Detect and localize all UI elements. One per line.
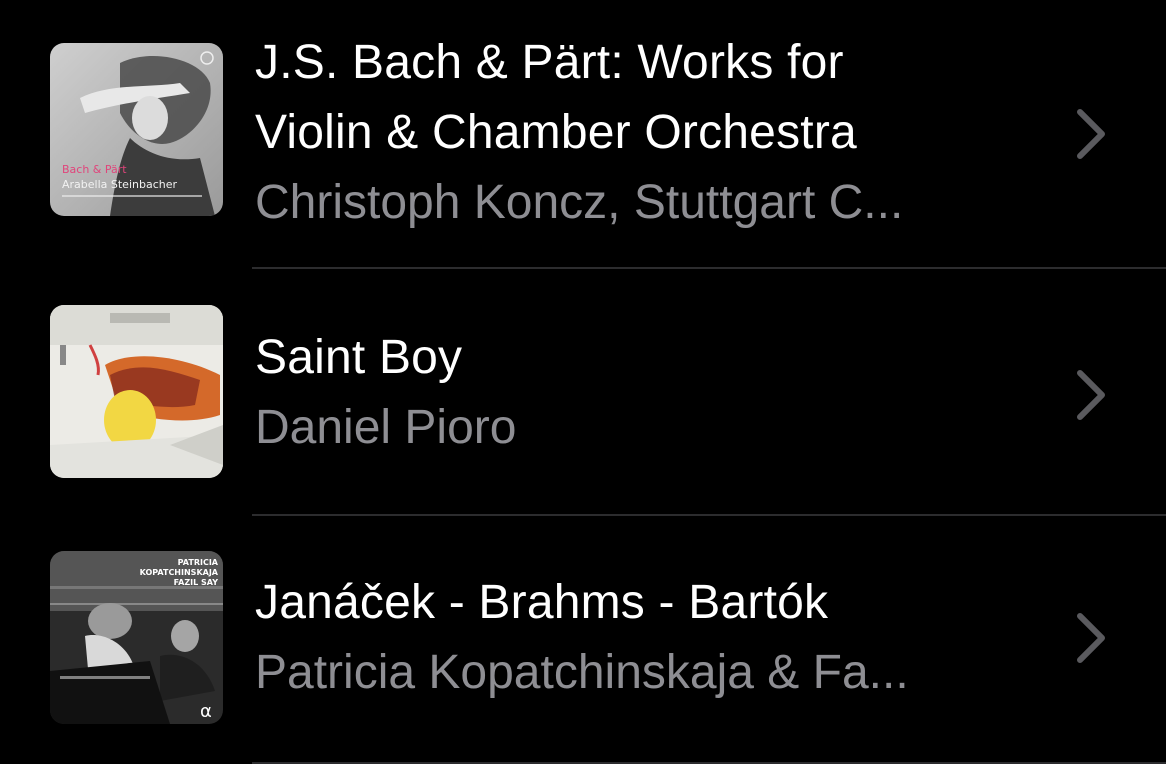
- album-title-line1: J.S. Bach & Pärt: Works for: [255, 36, 844, 89]
- album-artwork-bach-part: Bach & Pärt Arabella Steinbacher: [50, 43, 223, 216]
- album-list: Bach & Pärt Arabella Steinbacher J.S. Ba…: [0, 0, 1166, 764]
- album-artwork-saint-boy: [50, 305, 223, 478]
- cover-text-patricia: PATRICIA: [178, 558, 219, 567]
- album-title: Janáček - Brahms - Bartók: [255, 576, 829, 629]
- album-text-saint-boy: Saint Boy Daniel Pioro: [255, 323, 1045, 463]
- album-row-saint-boy[interactable]: Saint Boy Daniel Pioro: [0, 268, 1166, 515]
- cover-text-kopatchinskaja: KOPATCHINSKAJA: [140, 568, 219, 577]
- cover-text-fazil-say: FAZIL SAY: [174, 578, 219, 587]
- chevron-right-icon: [1077, 109, 1105, 159]
- cover-text-artist: Arabella Steinbacher: [62, 178, 177, 191]
- alpha-logo: α: [200, 701, 212, 722]
- album-row-bach-part[interactable]: Bach & Pärt Arabella Steinbacher J.S. Ba…: [0, 0, 1166, 268]
- cover-text-bach-part: Bach & Pärt: [62, 163, 127, 176]
- chevron-right-icon: [1077, 370, 1105, 420]
- album-artwork-janacek: PATRICIA KOPATCHINSKAJA FAZIL SAY α: [50, 551, 223, 724]
- album-row-janacek-brahms-bartok[interactable]: PATRICIA KOPATCHINSKAJA FAZIL SAY α Janá…: [0, 515, 1166, 764]
- album-artist: Christoph Koncz, Stuttgart C...: [255, 176, 904, 229]
- album-artist: Daniel Pioro: [255, 401, 517, 454]
- album-title: Saint Boy: [255, 331, 463, 384]
- chevron-right-icon: [1077, 613, 1105, 663]
- album-title-line2: Violin & Chamber Orchestra: [255, 106, 857, 159]
- album-text-bach-part: J.S. Bach & Pärt: Works for Violin & Cha…: [255, 28, 1045, 238]
- album-artist: Patricia Kopatchinskaja & Fa...: [255, 646, 909, 699]
- album-text-janacek: Janáček - Brahms - Bartók Patricia Kopat…: [255, 568, 1045, 708]
